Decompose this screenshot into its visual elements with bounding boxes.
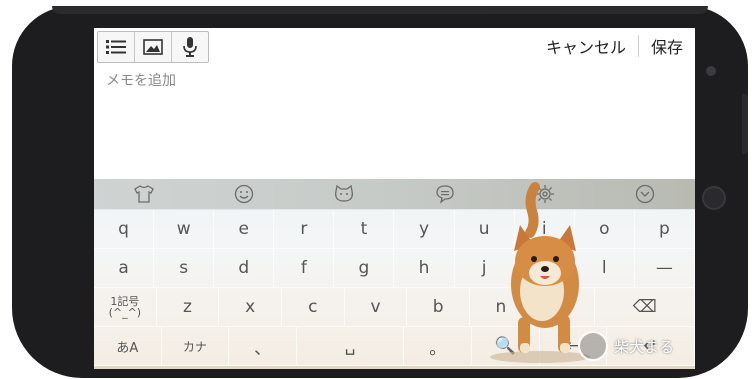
theme-brand-label: 柴犬まる — [578, 331, 674, 361]
key-v[interactable]: v — [344, 288, 408, 327]
key-r[interactable]: r — [274, 210, 335, 249]
key-kana[interactable]: カナ — [161, 327, 230, 366]
microphone-button[interactable] — [172, 32, 208, 62]
image-icon — [143, 39, 163, 55]
screen: キャンセル 保存 メモを追加 q w e r t y u i o p a s d… — [94, 28, 695, 369]
list-icon — [106, 40, 126, 54]
key-p[interactable]: p — [634, 210, 695, 249]
key-t[interactable]: t — [334, 210, 395, 249]
key-f[interactable]: f — [274, 249, 335, 288]
key-comma[interactable]: 、 — [229, 327, 297, 366]
list-button[interactable] — [98, 32, 135, 62]
front-camera-icon — [706, 66, 716, 76]
memo-toolbar — [97, 31, 209, 63]
key-q[interactable]: q — [94, 210, 155, 249]
key-x[interactable]: x — [219, 288, 283, 327]
key-a[interactable]: a — [94, 249, 155, 288]
shirt-icon[interactable] — [133, 183, 155, 205]
brand-text: 柴犬まる — [614, 337, 675, 356]
memo-input[interactable]: メモを追加 — [106, 70, 176, 90]
keyboard-row-1: q w e r t y u i o p — [94, 210, 695, 249]
volume-button — [742, 94, 748, 154]
key-dash[interactable]: — — [634, 249, 695, 288]
key-z[interactable]: z — [156, 288, 220, 327]
speech-bubble-icon[interactable] — [434, 183, 456, 205]
key-e[interactable]: e — [214, 210, 275, 249]
key-b[interactable]: b — [407, 288, 471, 327]
power-button — [490, 6, 560, 12]
phone-bezel — [52, 6, 708, 14]
key-period[interactable]: 。 — [404, 327, 473, 366]
memo-actions: キャンセル 保存 — [546, 34, 683, 58]
space-key[interactable]: ␣ — [296, 327, 405, 366]
backspace-key[interactable]: ⌫ — [595, 288, 695, 327]
cancel-button[interactable]: キャンセル — [546, 34, 626, 58]
microphone-icon — [183, 37, 197, 57]
smiley-icon[interactable] — [233, 183, 255, 205]
key-symbols[interactable]: 1記号 (^_^) — [94, 288, 157, 327]
key-h[interactable]: h — [394, 249, 455, 288]
sensor-icon — [702, 186, 726, 210]
key-w[interactable]: w — [154, 210, 215, 249]
keyboard-row-2: a s d f g h j k l — — [94, 249, 695, 288]
key-g[interactable]: g — [334, 249, 395, 288]
key-input-mode[interactable]: あA — [94, 327, 162, 366]
chevron-down-circle-icon[interactable] — [634, 183, 656, 205]
image-button[interactable] — [135, 32, 172, 62]
shiba-logo-icon — [578, 331, 608, 361]
save-button[interactable]: 保存 — [651, 34, 683, 58]
keyboard-row-3: 1記号 (^_^) z x c v b n m ⌫ — [94, 288, 695, 327]
cat-emoticon-icon[interactable] — [333, 183, 355, 205]
key-d[interactable]: d — [214, 249, 275, 288]
key-c[interactable]: c — [282, 288, 345, 327]
key-y[interactable]: y — [394, 210, 455, 249]
divider — [637, 35, 639, 57]
keyboard: q w e r t y u i o p a s d f g h j k l — … — [94, 179, 695, 369]
key-s[interactable]: s — [154, 249, 215, 288]
keyboard-suggestion-bar — [94, 179, 695, 209]
